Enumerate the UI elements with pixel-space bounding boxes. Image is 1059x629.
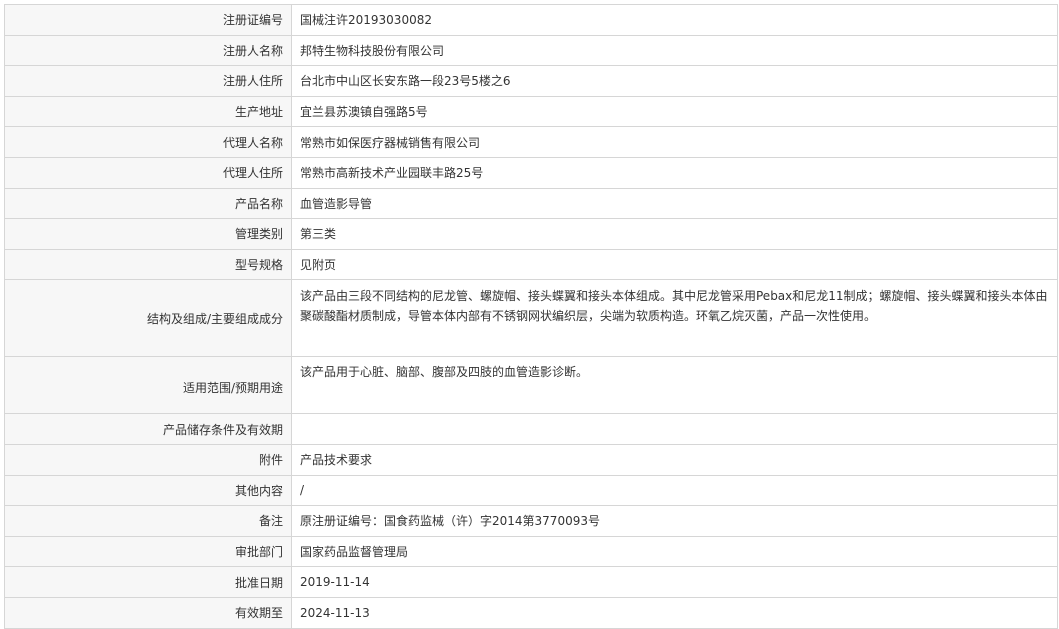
field-label: 结构及组成/主要组成成分 [4, 279, 292, 358]
row-agent-address: 代理人住所 常熟市高新技术产业园联丰路25号 [4, 156, 1058, 189]
field-value: 第三类 [291, 218, 1058, 250]
row-storage-validity: 产品储存条件及有效期 [4, 413, 1058, 445]
field-label: 生产地址 [4, 95, 292, 128]
field-label: 有效期至 [4, 596, 292, 629]
row-structure-composition: 结构及组成/主要组成成分 该产品由三段不同结构的尼龙管、螺旋帽、接头蝶翼和接头本… [4, 279, 1058, 358]
row-registrant-address: 注册人住所 台北市中山区长安东路一段23号5楼之6 [4, 65, 1058, 97]
row-other-content: 其他内容 / [4, 474, 1058, 507]
field-label: 审批部门 [4, 535, 292, 568]
field-label: 附件 [4, 443, 292, 476]
field-value: 台北市中山区长安东路一段23号5楼之6 [291, 65, 1058, 97]
row-intended-use: 适用范围/预期用途 该产品用于心脏、脑部、腹部及四肢的血管造影诊断。 [4, 356, 1058, 415]
row-approval-date: 批准日期 2019-11-14 [4, 566, 1058, 598]
field-label: 代理人名称 [4, 126, 292, 158]
field-value: 该产品用于心脏、脑部、腹部及四肢的血管造影诊断。 [291, 356, 1058, 415]
field-value: 产品技术要求 [291, 443, 1058, 476]
field-label: 代理人住所 [4, 156, 292, 189]
field-label: 其他内容 [4, 474, 292, 507]
registration-detail-table: 注册证编号 国械注许20193030082 注册人名称 邦特生物科技股份有限公司… [4, 4, 1058, 629]
row-attachment: 附件 产品技术要求 [4, 443, 1058, 476]
row-product-name: 产品名称 血管造影导管 [4, 187, 1058, 220]
field-label: 注册人住所 [4, 65, 292, 97]
row-production-address: 生产地址 宜兰县苏澳镇自强路5号 [4, 95, 1058, 128]
field-label: 备注 [4, 505, 292, 537]
field-value: 见附页 [291, 248, 1058, 281]
field-label: 注册证编号 [4, 4, 292, 36]
field-value: 原注册证编号：国食药监械（许）字2014第3770093号 [291, 505, 1058, 537]
row-agent-name: 代理人名称 常熟市如保医疗器械销售有限公司 [4, 126, 1058, 158]
field-value: 常熟市高新技术产业园联丰路25号 [291, 156, 1058, 189]
field-value: 常熟市如保医疗器械销售有限公司 [291, 126, 1058, 158]
field-label: 产品储存条件及有效期 [4, 413, 292, 445]
field-value: 2024-11-13 [291, 596, 1058, 629]
field-value: 2019-11-14 [291, 566, 1058, 598]
row-remarks: 备注 原注册证编号：国食药监械（许）字2014第3770093号 [4, 505, 1058, 537]
field-value [291, 413, 1058, 445]
field-label: 管理类别 [4, 218, 292, 250]
field-label: 注册人名称 [4, 34, 292, 67]
field-value: / [291, 474, 1058, 507]
field-value: 宜兰县苏澳镇自强路5号 [291, 95, 1058, 128]
field-label: 型号规格 [4, 248, 292, 281]
field-value: 该产品由三段不同结构的尼龙管、螺旋帽、接头蝶翼和接头本体组成。其中尼龙管采用Pe… [291, 279, 1058, 358]
field-value: 邦特生物科技股份有限公司 [291, 34, 1058, 67]
row-registrant-name: 注册人名称 邦特生物科技股份有限公司 [4, 34, 1058, 67]
row-management-class: 管理类别 第三类 [4, 218, 1058, 250]
field-value: 血管造影导管 [291, 187, 1058, 220]
row-registration-number: 注册证编号 国械注许20193030082 [4, 4, 1058, 36]
field-label: 批准日期 [4, 566, 292, 598]
field-label: 适用范围/预期用途 [4, 356, 292, 415]
field-label: 产品名称 [4, 187, 292, 220]
row-approval-department: 审批部门 国家药品监督管理局 [4, 535, 1058, 568]
field-value: 国械注许20193030082 [291, 4, 1058, 36]
row-model-spec: 型号规格 见附页 [4, 248, 1058, 281]
row-valid-until: 有效期至 2024-11-13 [4, 596, 1058, 629]
field-value: 国家药品监督管理局 [291, 535, 1058, 568]
